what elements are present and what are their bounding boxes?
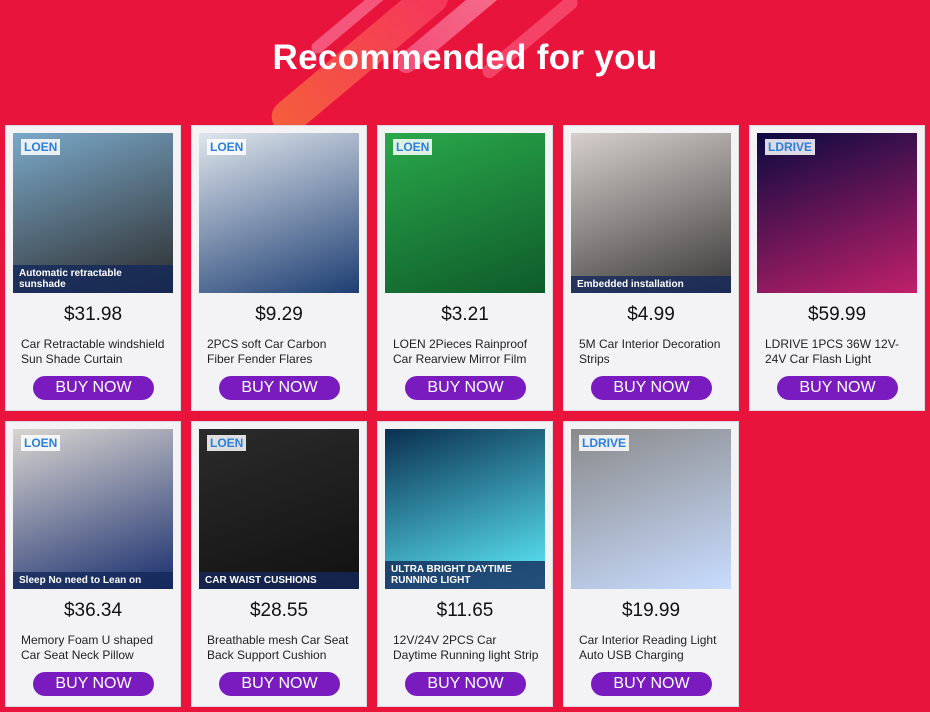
- product-name[interactable]: 5M Car Interior Decoration Strips: [579, 337, 727, 367]
- product-image[interactable]: LOEN: [199, 133, 359, 293]
- image-brand-logo: LOEN: [207, 435, 247, 451]
- buy-now-button[interactable]: BUY NOW: [405, 376, 526, 400]
- product-price: $9.29: [255, 304, 303, 325]
- product-name[interactable]: Breathable mesh Car Seat Back Support Cu…: [207, 633, 355, 663]
- product-name[interactable]: LDRIVE 1PCS 36W 12V-24V Car Flash Light: [765, 337, 913, 367]
- buy-now-button[interactable]: BUY NOW: [405, 672, 526, 696]
- product-card[interactable]: LOEN $3.21 LOEN 2Pieces Rainproof Car Rear…: [377, 125, 553, 411]
- product-name[interactable]: Memory Foam U shaped Car Seat Neck Pillo…: [21, 633, 169, 663]
- buy-now-button[interactable]: BUY NOW: [219, 672, 340, 696]
- buy-now-button[interactable]: BUY NOW: [33, 376, 154, 400]
- buy-now-button[interactable]: BUY NOW: [591, 672, 712, 696]
- page-title: Recommended for you: [272, 38, 658, 77]
- product-card[interactable]: LDRIVE $19.99 Car Interior Reading Light A…: [563, 421, 739, 707]
- image-brand-logo: LDRIVE: [579, 435, 630, 451]
- image-brand-logo: LDRIVE: [765, 139, 816, 155]
- product-price: $4.99: [627, 304, 675, 325]
- product-card[interactable]: LDRIVE $59.99 LDRIVE 1PCS 36W 12V-24V Car …: [749, 125, 925, 411]
- product-name[interactable]: Car Interior Reading Light Auto USB Char…: [579, 633, 727, 663]
- product-card[interactable]: LOEN $9.29 2PCS soft Car Carbon Fiber Fend…: [191, 125, 367, 411]
- product-image[interactable]: LOEN: [385, 133, 545, 293]
- product-image[interactable]: LOEN CAR WAIST CUSHIONS: [199, 429, 359, 589]
- product-card[interactable]: ULTRA BRIGHT DAYTIME RUNNING LIGHT $11.65…: [377, 421, 553, 707]
- buy-now-button[interactable]: BUY NOW: [33, 672, 154, 696]
- image-caption: Embedded installation: [571, 276, 731, 293]
- image-caption: CAR WAIST CUSHIONS: [199, 572, 359, 589]
- product-price: $59.99: [807, 304, 867, 325]
- product-price: $11.65: [436, 600, 494, 621]
- product-name[interactable]: 2PCS soft Car Carbon Fiber Fender Flares: [207, 337, 355, 367]
- product-image[interactable]: LOEN Sleep No need to Lean on: [13, 429, 173, 589]
- product-name[interactable]: Car Retractable windshield Sun Shade Cur…: [21, 337, 169, 367]
- product-price: $31.98: [63, 304, 123, 325]
- product-price: $3.21: [441, 304, 489, 325]
- product-price: $36.34: [63, 600, 123, 621]
- product-image[interactable]: LDRIVE: [571, 429, 731, 589]
- image-brand-logo: LOEN: [21, 139, 61, 155]
- product-card[interactable]: LOEN CAR WAIST CUSHIONS $28.55 Breathable m…: [191, 421, 367, 707]
- product-price: $19.99: [621, 600, 681, 621]
- product-card[interactable]: LOEN Sleep No need to Lean on $36.34 Memory…: [5, 421, 181, 707]
- image-caption: Sleep No need to Lean on: [13, 572, 173, 589]
- product-card[interactable]: LOEN Automatic retractable sunshade $31.98…: [5, 125, 181, 411]
- buy-now-button[interactable]: BUY NOW: [777, 376, 898, 400]
- product-image[interactable]: ULTRA BRIGHT DAYTIME RUNNING LIGHT: [385, 429, 545, 589]
- product-name[interactable]: LOEN 2Pieces Rainproof Car Rearview Mirr…: [393, 337, 541, 367]
- product-image[interactable]: LDRIVE: [757, 133, 917, 293]
- image-brand-logo: LOEN: [393, 139, 433, 155]
- product-name[interactable]: 12V/24V 2PCS Car Daytime Running light S…: [393, 633, 541, 663]
- product-image[interactable]: Embedded installation: [571, 133, 731, 293]
- image-brand-logo: LOEN: [21, 435, 61, 451]
- product-price: $28.55: [249, 600, 309, 621]
- buy-now-button[interactable]: BUY NOW: [219, 376, 340, 400]
- image-caption: ULTRA BRIGHT DAYTIME RUNNING LIGHT: [385, 561, 545, 589]
- product-image[interactable]: LOEN Automatic retractable sunshade: [13, 133, 173, 293]
- product-card[interactable]: Embedded installation $4.99 5M Car Interio…: [563, 125, 739, 411]
- image-brand-logo: LOEN: [207, 139, 247, 155]
- buy-now-button[interactable]: BUY NOW: [591, 376, 712, 400]
- image-caption: Automatic retractable sunshade: [13, 265, 173, 293]
